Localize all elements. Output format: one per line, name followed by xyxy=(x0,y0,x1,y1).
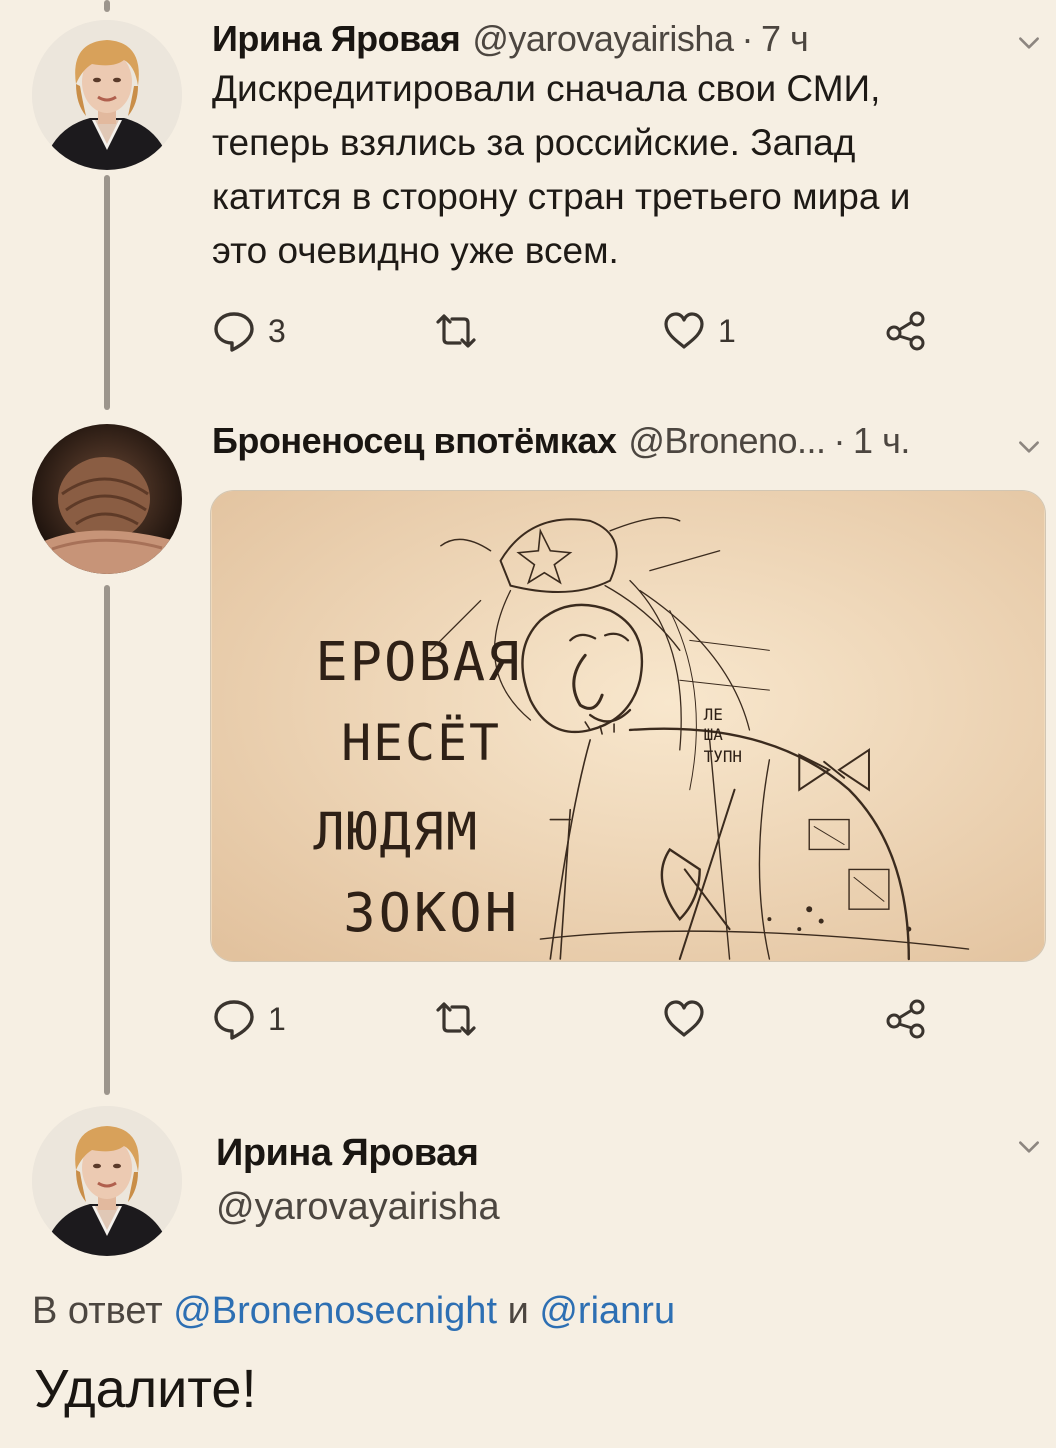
like-button[interactable]: 1 xyxy=(662,306,736,356)
author-name[interactable]: Ирина Яровая xyxy=(216,1132,479,1175)
image-caption-small: ТУПН xyxy=(704,747,742,766)
separator-dot: · xyxy=(741,18,753,59)
thread-line xyxy=(104,0,110,12)
image-caption-line: НЕСЁТ xyxy=(341,714,501,772)
caricature-drawing: ЕРОВАЯ НЕСЁТ ЛЮДЯМ ЗОКОН ЛЕ ША ТУПН xyxy=(211,491,1045,961)
author-name[interactable]: Броненосец впотёмках xyxy=(212,420,617,462)
retweet-button[interactable] xyxy=(434,306,490,356)
retweet-icon xyxy=(436,1002,476,1036)
share-button[interactable] xyxy=(884,306,928,356)
avatar-armadillo xyxy=(32,424,182,574)
image-caption-line: ЛЮДЯМ xyxy=(313,802,479,862)
share-icon xyxy=(886,999,925,1039)
timestamp[interactable]: 7 ч xyxy=(761,18,809,60)
reply-count: 1 xyxy=(268,1000,286,1037)
mention-link[interactable]: @Bronenosecnight xyxy=(173,1290,497,1332)
avatar[interactable] xyxy=(32,424,182,574)
chevron-down-icon[interactable] xyxy=(1016,30,1042,56)
author-handle[interactable]: @yarovayairisha xyxy=(216,1186,500,1229)
chevron-down-icon[interactable] xyxy=(1016,434,1042,460)
reply-count: 3 xyxy=(268,312,286,349)
thread-line xyxy=(104,175,110,410)
reply-context: В ответ @Bronenosecnight и @rianru xyxy=(32,1290,675,1333)
share-icon xyxy=(886,311,925,351)
mention-link[interactable]: @rianru xyxy=(539,1290,675,1332)
like-icon xyxy=(664,312,704,349)
avatar-portrait xyxy=(32,20,182,170)
timestamp[interactable]: 1 ч. xyxy=(853,420,910,462)
image-caption-line: ЗОКОН xyxy=(343,881,520,944)
tweet-text-line: это очевидно уже всем. xyxy=(212,230,619,271)
avatar[interactable] xyxy=(32,1106,182,1256)
tweet-text: Удалите! xyxy=(34,1359,257,1419)
share-button[interactable] xyxy=(884,994,928,1044)
tweet-text-line: катится в сторону стран третьего мира и xyxy=(212,176,911,217)
reply-conjunction: и xyxy=(507,1290,529,1332)
image-caption-small: ША xyxy=(704,725,724,744)
tweet-text-line: теперь взялись за российские. Запад xyxy=(212,122,856,163)
author-handle[interactable]: @Broneno... xyxy=(628,420,826,462)
thread-line xyxy=(104,585,110,1095)
reply-prefix: В ответ xyxy=(32,1290,163,1332)
reply-icon xyxy=(214,312,254,352)
tweet-header: Ирина Яровая @yarovayairisha · 7 ч xyxy=(212,18,1036,60)
separator-dot: · xyxy=(833,420,846,461)
chevron-down-icon[interactable] xyxy=(1016,1134,1042,1160)
tweet-image[interactable]: ЕРОВАЯ НЕСЁТ ЛЮДЯМ ЗОКОН ЛЕ ША ТУПН xyxy=(210,490,1046,962)
tweet[interactable]: Ирина Яровая @yarovayairisha · 7 ч Дискр… xyxy=(212,18,1036,278)
image-caption-small: ЛЕ xyxy=(704,705,723,724)
tweet-text: Дискредитировали сначала свои СМИ, тепер… xyxy=(212,62,1036,278)
author-name[interactable]: Ирина Яровая xyxy=(212,18,461,60)
avatar-portrait xyxy=(32,1106,182,1256)
author-handle[interactable]: @yarovayairisha xyxy=(472,18,734,60)
retweet-icon xyxy=(436,314,476,348)
avatar[interactable] xyxy=(32,20,182,170)
reply-button[interactable]: 1 xyxy=(212,994,286,1044)
tweet-text-line: Дискредитировали сначала свои СМИ, xyxy=(212,68,881,109)
tweet-actions: 1 xyxy=(212,994,972,1044)
tweet-header: Броненосец впотёмках @Broneno... · 1 ч. xyxy=(212,420,1036,462)
reply-button[interactable]: 3 xyxy=(212,306,286,356)
tweet-actions: 3 1 xyxy=(212,306,972,356)
thread-view: Ирина Яровая @yarovayairisha · 7 ч Дискр… xyxy=(0,0,1056,1448)
tweet[interactable]: Броненосец впотёмках @Broneno... · 1 ч. xyxy=(212,420,1036,462)
like-button[interactable] xyxy=(662,994,718,1044)
retweet-button[interactable] xyxy=(434,994,490,1044)
like-icon xyxy=(664,1000,704,1037)
reply-icon xyxy=(214,1000,254,1040)
image-caption-line: ЕРОВАЯ xyxy=(315,630,521,693)
like-count: 1 xyxy=(718,312,736,349)
